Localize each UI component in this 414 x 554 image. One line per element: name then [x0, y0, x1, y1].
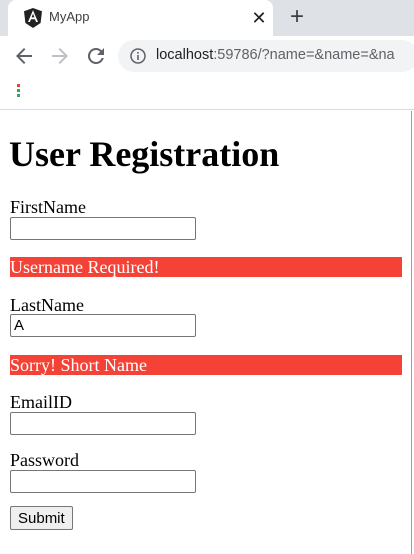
new-tab-icon[interactable]: + — [284, 5, 310, 31]
page-content: User Registration FirstName Username Req… — [0, 111, 412, 554]
firstname-label: FirstName — [10, 197, 86, 217]
tab-strip: MyApp ✕ + — [0, 0, 414, 36]
lastname-label: LastName — [10, 295, 84, 315]
url-text: localhost:59786/?name=&name=&na — [156, 47, 395, 63]
browser-toolbar: localhost:59786/?name=&name=&na — [0, 36, 414, 76]
password-label: Password — [10, 450, 80, 470]
close-tab-icon[interactable]: ✕ — [248, 7, 270, 29]
browser-tab[interactable]: MyApp ✕ — [8, 0, 273, 36]
page-title: User Registration — [9, 134, 280, 174]
info-icon[interactable] — [130, 48, 146, 64]
email-label: EmailID — [10, 392, 72, 412]
firstname-error: Username Required! — [10, 257, 402, 277]
submit-button[interactable]: Submit — [10, 506, 73, 530]
lastname-input[interactable] — [10, 314, 196, 337]
password-input[interactable] — [10, 470, 196, 493]
url-path: :59786/?name=&name=&na — [213, 47, 395, 63]
back-arrow-icon[interactable] — [12, 44, 36, 68]
tab-title: MyApp — [49, 9, 90, 24]
email-input[interactable] — [10, 412, 196, 435]
lastname-error: Sorry! Short Name — [10, 355, 402, 375]
firstname-input[interactable] — [10, 217, 196, 240]
bookmarks-bar — [0, 76, 414, 110]
angular-icon — [24, 8, 42, 28]
forward-arrow-icon[interactable] — [48, 44, 72, 68]
apps-icon[interactable] — [17, 84, 21, 100]
url-host: localhost — [156, 47, 214, 63]
address-bar[interactable]: localhost:59786/?name=&name=&na — [118, 40, 414, 72]
reload-icon[interactable] — [84, 44, 108, 68]
